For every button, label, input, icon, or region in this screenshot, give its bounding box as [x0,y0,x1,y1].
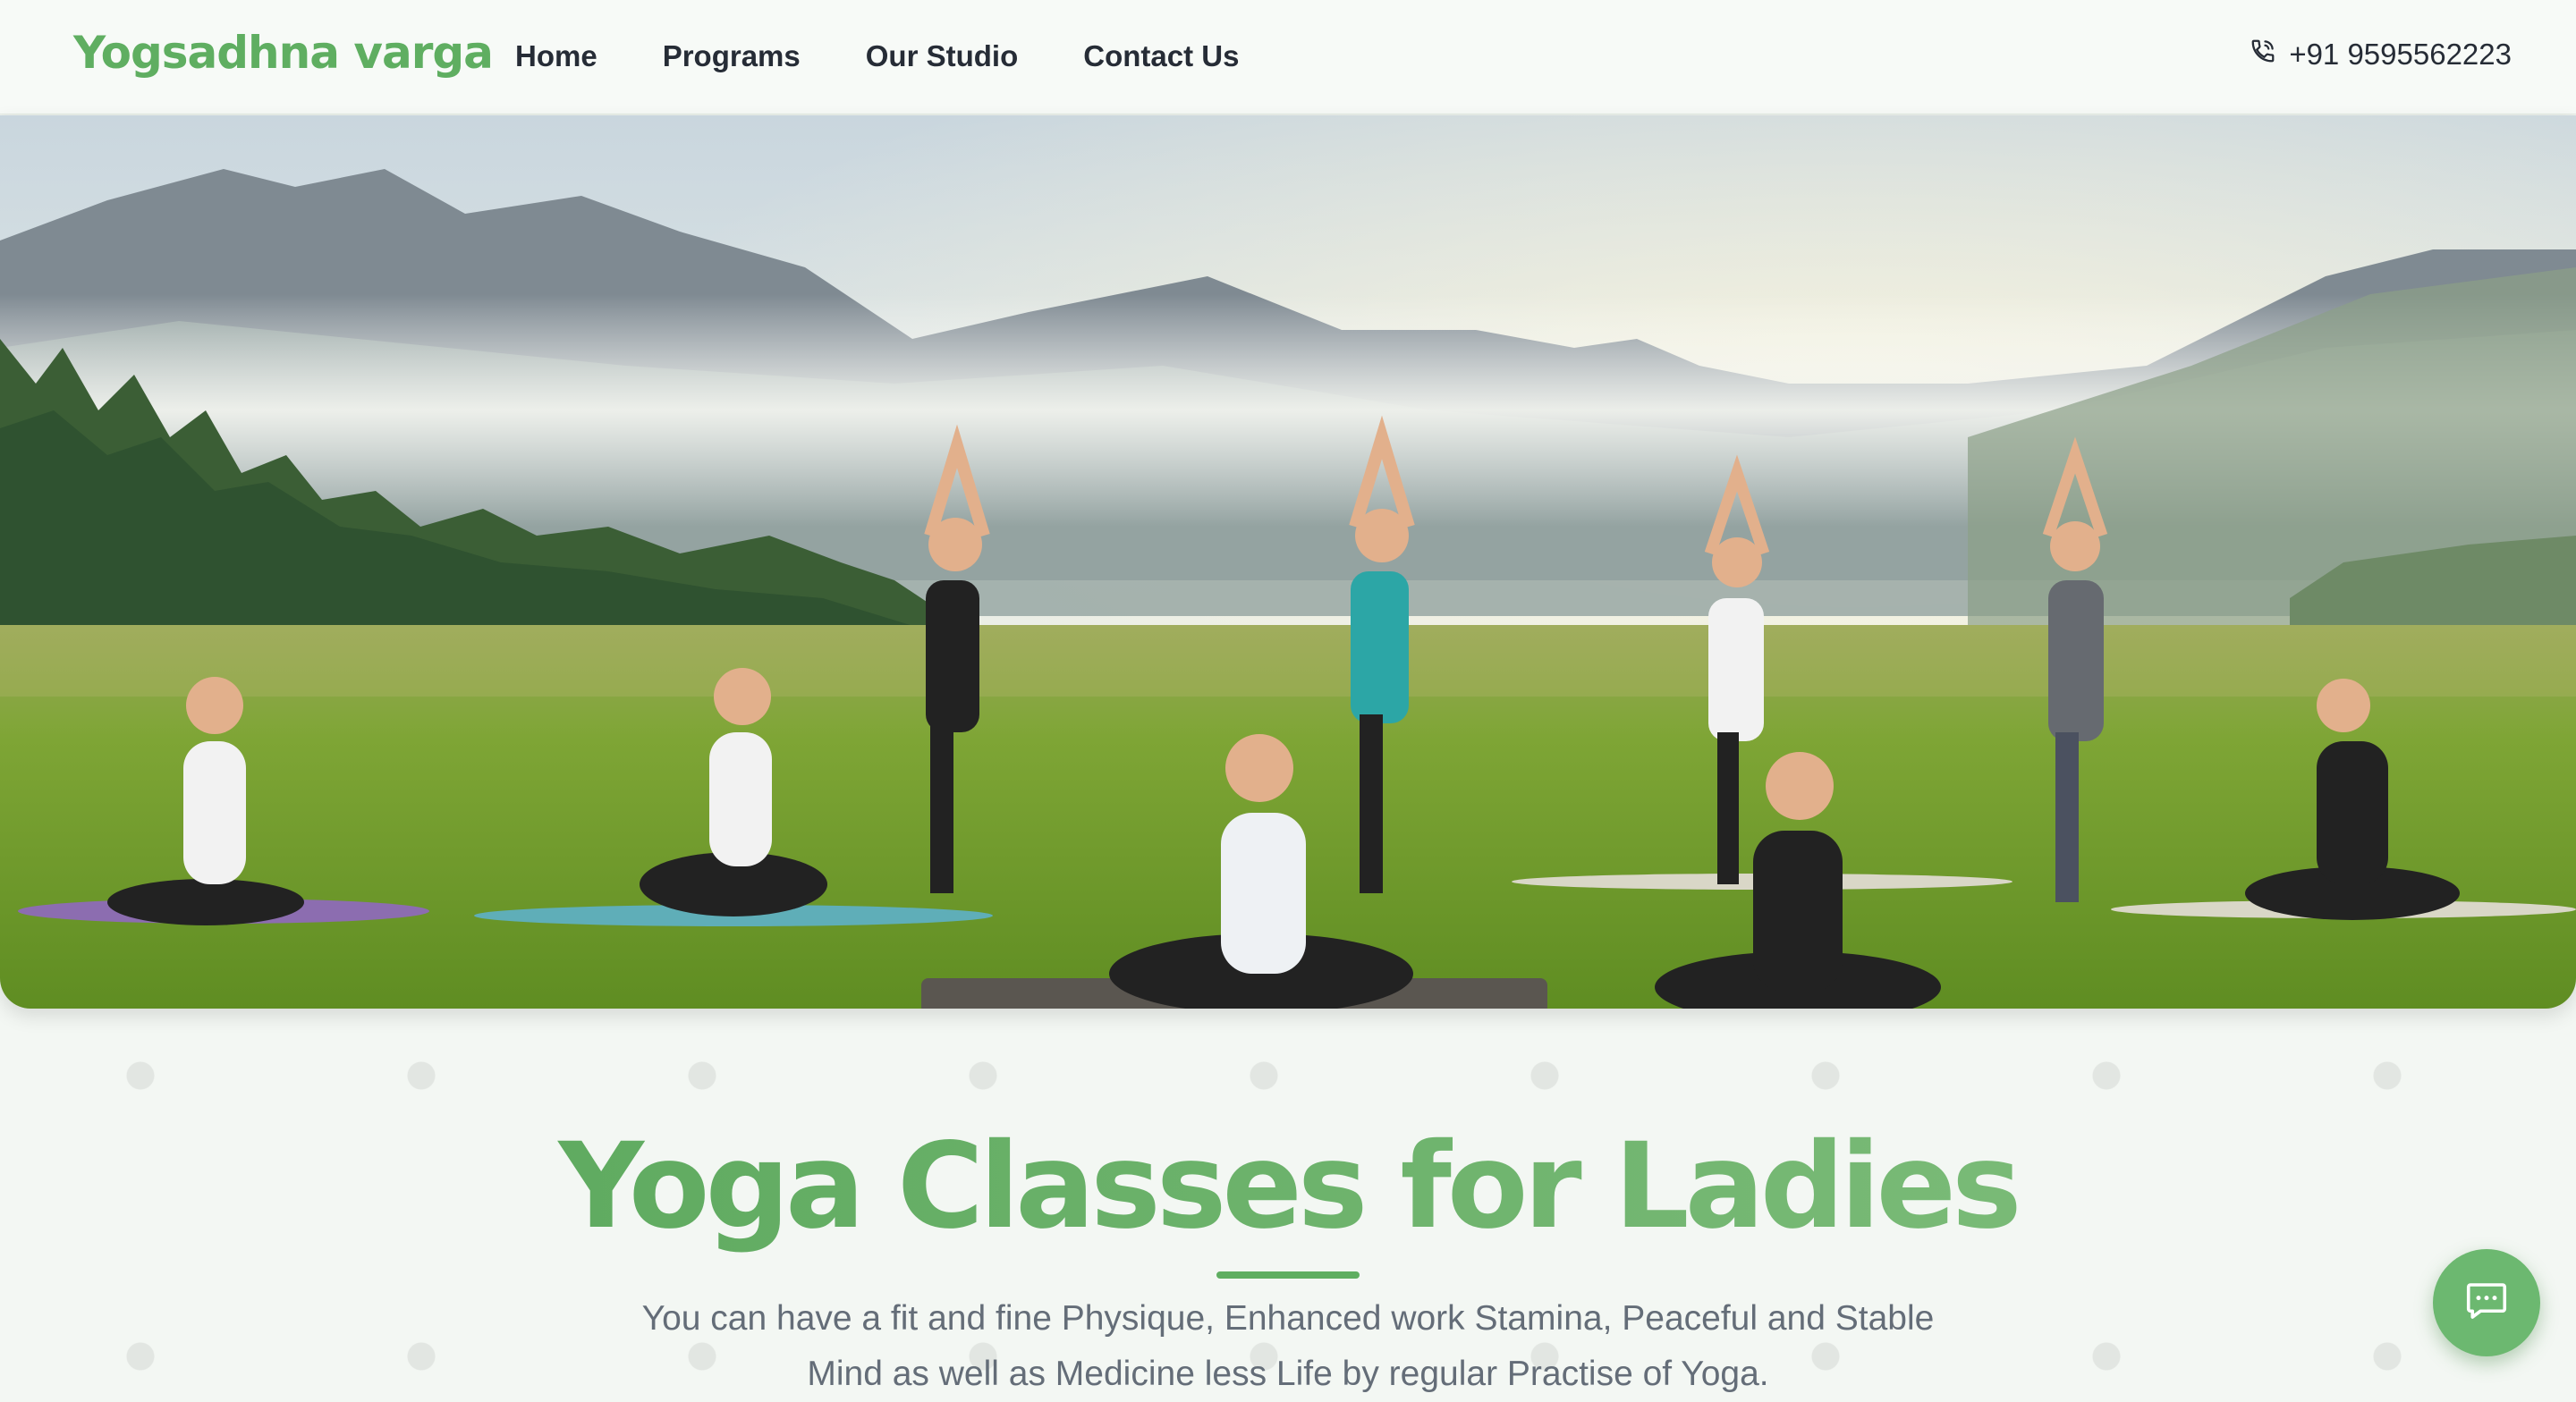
page-title: Yoga Classes for Ladies [0,1118,2576,1255]
hero-image [0,115,2576,1009]
nav-programs[interactable]: Programs [663,39,801,73]
chat-button[interactable] [2433,1249,2540,1356]
page-subtitle: You can have a fit and fine Physique, En… [641,1299,1935,1393]
brand-logo[interactable]: Yogsadhna varga [73,27,494,79]
phone-icon [2250,38,2276,72]
title-underline [1216,1271,1360,1279]
nav-home[interactable]: Home [515,39,597,73]
phone-link[interactable]: +91 9595562223 [2250,38,2512,72]
site-header: Yogsadhna varga Home Programs Our Studio… [0,0,2576,114]
phone-number: +91 9595562223 [2289,38,2512,71]
chat-icon [2462,1277,2511,1330]
nav-our-studio[interactable]: Our Studio [866,39,1018,73]
nav-contact-us[interactable]: Contact Us [1083,39,1239,73]
main-nav: Home Programs Our Studio Contact Us [515,39,1239,73]
